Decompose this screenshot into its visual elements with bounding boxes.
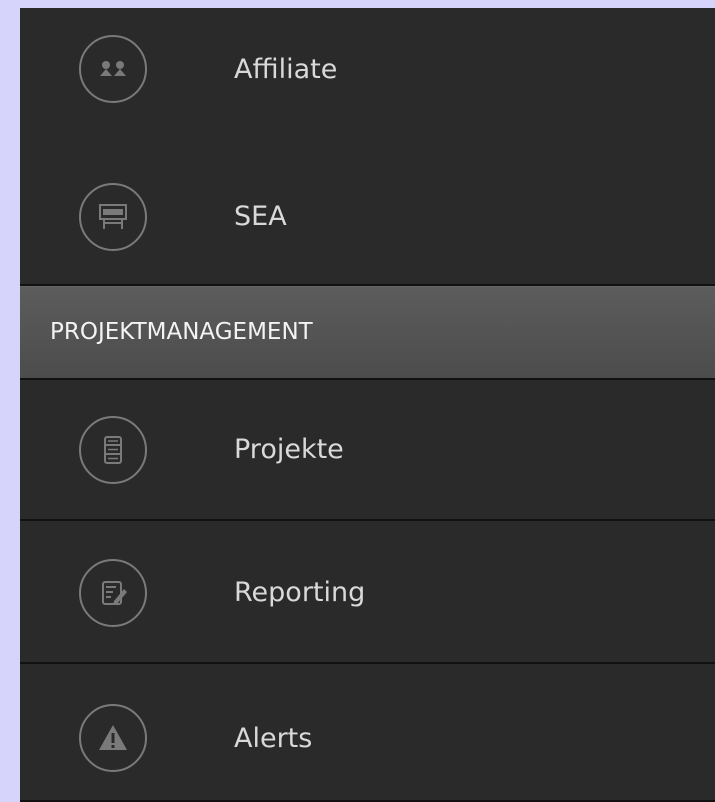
sidebar-section-header: PROJEKTMANAGEMENT (20, 286, 715, 380)
alert-warning-icon (79, 704, 147, 772)
sidebar-item-label: Reporting (234, 577, 366, 608)
sidebar-item-label: Affiliate (234, 54, 338, 85)
reporting-edit-icon (79, 559, 147, 627)
sidebar-item-alerts[interactable]: Alerts (20, 666, 715, 802)
app-frame: Affiliate SEA PROJEKTMANAGEMENT Projekte… (0, 0, 715, 802)
sea-sign-icon (79, 183, 147, 251)
sidebar-item-projekte[interactable]: Projekte (20, 380, 715, 521)
affiliate-people-icon (79, 35, 147, 103)
sidebar-item-label: SEA (234, 201, 287, 232)
sidebar-item-sea[interactable]: SEA (20, 145, 715, 286)
section-title: PROJEKTMANAGEMENT (50, 319, 313, 345)
sidebar-item-label: Projekte (234, 434, 344, 465)
sidebar-item-affiliate[interactable]: Affiliate (20, 8, 715, 149)
sidebar-item-reporting[interactable]: Reporting (20, 523, 715, 664)
sidebar: Affiliate SEA PROJEKTMANAGEMENT Projekte… (20, 8, 715, 802)
projects-document-icon (79, 416, 147, 484)
sidebar-item-label: Alerts (234, 723, 313, 754)
